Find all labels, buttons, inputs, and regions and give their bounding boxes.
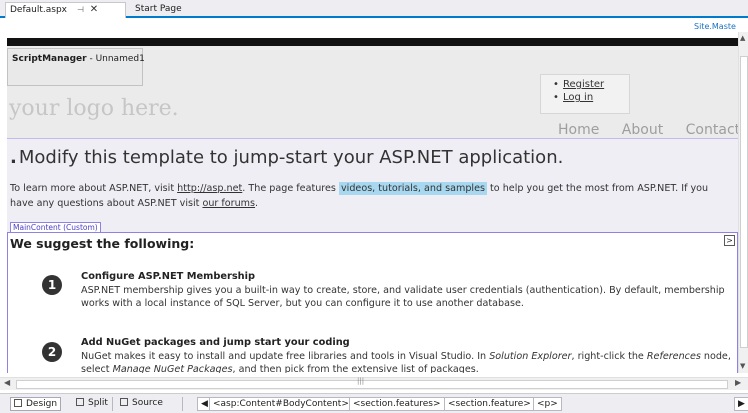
- menu-item-contact[interactable]: Contact: [686, 122, 738, 138]
- featured-text: . The page features: [242, 183, 339, 194]
- main-menu: Home About Contact: [558, 122, 738, 138]
- breadcrumb-forward-icon[interactable]: ▶: [734, 397, 748, 411]
- featured-title: Modify this template to jump-start your …: [10, 147, 563, 168]
- step-text: ASP.NET membership gives you a built-in …: [81, 285, 725, 309]
- step-number: 1: [42, 275, 62, 295]
- breadcrumb-item[interactable]: <section.features>: [349, 397, 445, 411]
- step-text-part: NuGet makes it easy to install and updat…: [81, 351, 490, 362]
- suggest-heading: We suggest the following:: [10, 236, 195, 251]
- scroll-down-icon[interactable]: ▼: [740, 362, 745, 370]
- tab-label: Start Page: [135, 4, 182, 14]
- asp-net-link[interactable]: http://asp.net: [177, 183, 242, 194]
- tab-start-page[interactable]: Start Page: [131, 2, 186, 18]
- step-text-italic: References: [646, 351, 701, 362]
- script-manager-suffix: - Unnamed1: [86, 54, 145, 64]
- vertical-scroll-thumb[interactable]: [740, 56, 748, 348]
- design-surface[interactable]: ScriptManager - Unnamed1 your logo here.…: [7, 32, 738, 373]
- design-view-icon: [14, 399, 22, 407]
- document-tab-strip: Default.aspx ⊣ ✕ Start Page: [0, 0, 748, 18]
- forums-link[interactable]: our forums: [202, 198, 255, 209]
- step-text-part: , and then pick from the extensive list …: [232, 364, 479, 373]
- step-text-italic: Manage NuGet Packages: [112, 364, 233, 373]
- view-status-bar: Design Split Source ◀ <asp:Content#BodyC…: [0, 393, 748, 413]
- script-manager-control[interactable]: ScriptManager - Unnamed1: [7, 48, 145, 86]
- script-manager-name: ScriptManager: [12, 54, 87, 64]
- vertical-scrollbar[interactable]: ▲ ▼: [738, 32, 748, 373]
- register-link[interactable]: Register: [553, 78, 629, 91]
- menu-item-home[interactable]: Home: [558, 122, 599, 138]
- featured-text: To learn more about ASP.NET, visit: [10, 183, 178, 194]
- design-view-button[interactable]: Design: [10, 397, 62, 411]
- split-view-icon: [76, 398, 84, 406]
- step-text: NuGet makes it easy to install and updat…: [81, 350, 731, 373]
- close-icon[interactable]: ✕: [90, 3, 98, 17]
- divider: [182, 397, 183, 411]
- divider: [112, 397, 113, 411]
- main-content-region-label[interactable]: MainContent (Custom): [10, 222, 101, 232]
- breadcrumb-item[interactable]: <section.feature>: [444, 397, 535, 411]
- split-label: Split: [88, 398, 108, 408]
- step-number: 2: [42, 342, 62, 362]
- source-view-button[interactable]: Source: [120, 397, 163, 411]
- source-label: Source: [132, 398, 163, 408]
- header-bar: [7, 38, 738, 46]
- menu-item-about[interactable]: About: [622, 122, 663, 138]
- step-text-part: , right-click the: [571, 351, 647, 362]
- smart-tag-expand-icon[interactable]: >: [724, 235, 735, 246]
- tab-label: Default.aspx: [10, 5, 67, 15]
- breadcrumb-item[interactable]: <p>: [533, 397, 562, 411]
- scroll-grip-icon: |||: [357, 377, 365, 385]
- step-title: Add NuGet packages and jump start your c…: [81, 337, 350, 348]
- design-label: Design: [26, 399, 58, 409]
- source-view-icon: [120, 398, 128, 406]
- horizontal-scrollbar[interactable]: ◀ ||| ▶: [0, 377, 748, 390]
- horizontal-scroll-thumb[interactable]: [16, 380, 728, 389]
- login-display: Register Log in: [540, 74, 630, 114]
- scroll-left-icon[interactable]: ◀: [4, 378, 10, 387]
- featured-paragraph: To learn more about ASP.NET, visit http:…: [10, 181, 734, 211]
- tab-default-aspx[interactable]: Default.aspx ⊣ ✕: [5, 2, 126, 18]
- scroll-up-icon[interactable]: ▲: [740, 34, 745, 42]
- master-page-link[interactable]: Site.Maste: [694, 22, 736, 31]
- pin-icon[interactable]: ⊣: [77, 3, 84, 17]
- site-logo: your logo here.: [9, 96, 179, 121]
- breadcrumb-item[interactable]: <asp:Content#BodyContent>: [209, 397, 353, 411]
- step-title: Configure ASP.NET Membership: [81, 271, 256, 282]
- featured-text: .: [255, 198, 259, 209]
- highlight-text: videos, tutorials, and samples: [338, 182, 487, 195]
- log-in-link[interactable]: Log in: [553, 91, 629, 104]
- step-text-italic: Solution Explorer: [489, 351, 572, 362]
- scroll-right-icon[interactable]: ▶: [735, 378, 741, 387]
- split-view-button[interactable]: Split: [76, 397, 108, 411]
